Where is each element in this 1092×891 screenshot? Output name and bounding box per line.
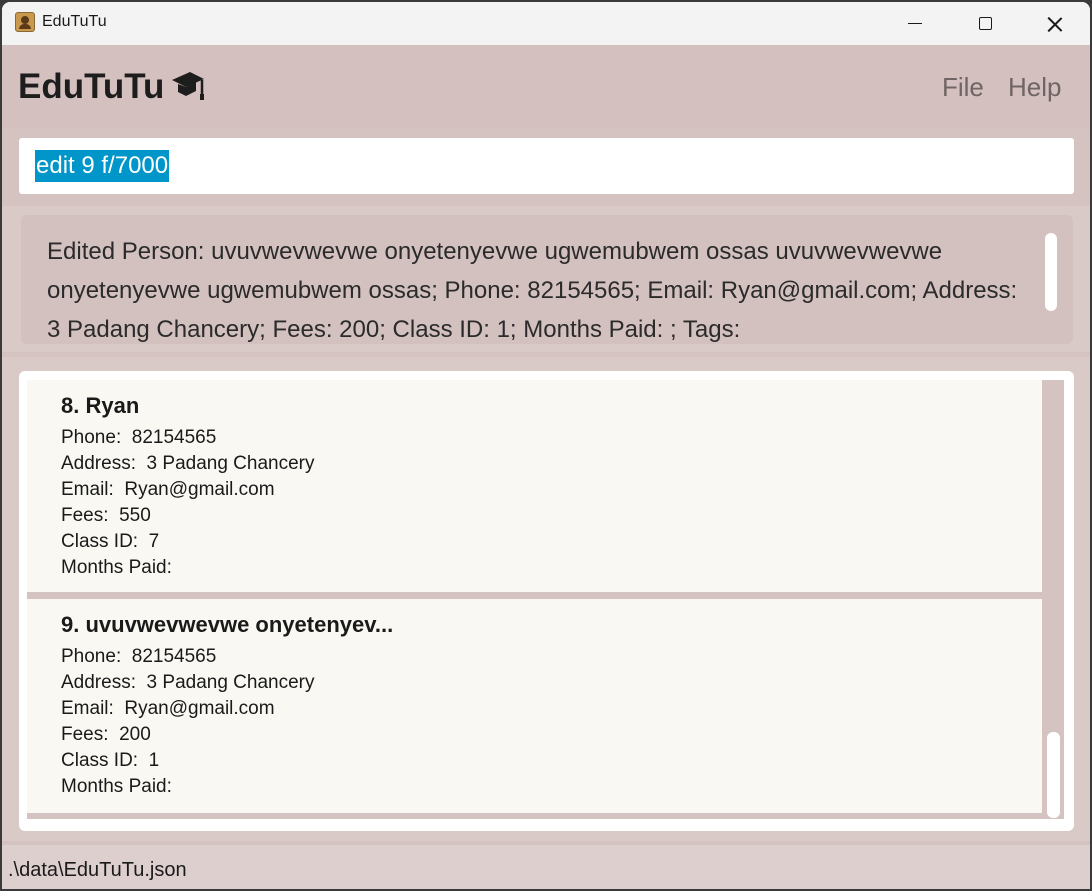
fees-value: 550 — [119, 505, 151, 526]
person-class-id: Class ID: 1 — [61, 750, 159, 772]
phone-label: Phone: — [61, 646, 132, 667]
window-title: EduTuTu — [42, 13, 107, 30]
person-phone: Phone: 82154565 — [61, 646, 216, 668]
person-fees: Fees: 200 — [61, 724, 151, 746]
person-months-paid: Months Paid: — [61, 776, 177, 798]
menu-help[interactable]: Help — [1008, 72, 1061, 103]
address-label: Address: — [61, 672, 147, 693]
status-bar: .\data\EduTuTu.json — [2, 845, 1090, 889]
address-book-icon — [15, 12, 35, 32]
person-list[interactable]: 8. Ryan Phone: 82154565 Address: 3 Padan… — [19, 371, 1074, 831]
person-list-panel: 8. Ryan Phone: 82154565 Address: 3 Padan… — [2, 357, 1090, 841]
list-scrollbar-thumb[interactable] — [1047, 732, 1060, 818]
person-card[interactable]: 9. uvuvwevwevwe onyetenyev... Phone: 821… — [27, 599, 1042, 813]
menu-file[interactable]: File — [942, 72, 984, 103]
person-phone: Phone: 82154565 — [61, 427, 216, 449]
command-input-value: edit 9 f/7000 — [35, 150, 170, 182]
email-value: Ryan@gmail.com — [124, 698, 275, 719]
person-months-paid: Months Paid: — [61, 557, 177, 579]
email-label: Email: — [61, 479, 125, 500]
person-class-id: Class ID: 7 — [61, 531, 159, 553]
close-icon — [1047, 16, 1063, 32]
class-id-label: Class ID: — [61, 750, 149, 771]
person-email: Email: Ryan@gmail.com — [61, 698, 275, 720]
phone-label: Phone: — [61, 427, 132, 448]
phone-value: 82154565 — [131, 646, 217, 667]
result-display-panel: Edited Person: uvuvwevwevwe onyetenyevwe… — [2, 206, 1090, 352]
app-window: EduTuTu EduTuTu File Help edit 9 f/7000 … — [2, 2, 1090, 889]
command-input[interactable]: edit 9 f/7000 — [19, 138, 1074, 194]
result-scrollbar-thumb[interactable] — [1045, 233, 1057, 311]
address-value: 3 Padang Chancery — [146, 672, 315, 693]
title-bar[interactable]: EduTuTu — [2, 2, 1090, 46]
result-message: Edited Person: uvuvwevwevwe onyetenyevwe… — [47, 238, 1018, 343]
fees-label: Fees: — [61, 724, 120, 745]
fees-label: Fees: — [61, 505, 120, 526]
card-divider — [27, 813, 1042, 819]
person-fees: Fees: 550 — [61, 505, 151, 527]
maximize-icon — [978, 17, 992, 30]
person-name: 8. Ryan — [61, 393, 140, 418]
person-address: Address: 3 Padang Chancery — [61, 453, 315, 475]
email-label: Email: — [61, 698, 125, 719]
card-divider — [27, 592, 1042, 599]
close-button[interactable] — [1020, 2, 1090, 45]
months-paid-label: Months Paid: — [61, 776, 178, 797]
graduation-cap-icon — [172, 72, 204, 100]
app-title: EduTuTu — [18, 67, 165, 106]
months-paid-label: Months Paid: — [61, 557, 178, 578]
class-id-value: 1 — [148, 750, 160, 771]
result-display[interactable]: Edited Person: uvuvwevwevwe onyetenyevwe… — [21, 215, 1073, 344]
maximize-button[interactable] — [950, 2, 1020, 45]
minimize-button[interactable] — [880, 2, 950, 45]
save-file-path: .\data\EduTuTu.json — [8, 859, 187, 881]
app-header: EduTuTu File Help — [2, 45, 1090, 129]
address-label: Address: — [61, 453, 147, 474]
person-email: Email: Ryan@gmail.com — [61, 479, 275, 501]
phone-value: 82154565 — [131, 427, 217, 448]
person-name: 9. uvuvwevwevwe onyetenyev... — [61, 612, 394, 637]
list-scrollbar-track[interactable] — [1042, 380, 1064, 819]
person-card[interactable]: 8. Ryan Phone: 82154565 Address: 3 Padan… — [27, 380, 1042, 592]
fees-value: 200 — [119, 724, 151, 745]
email-value: Ryan@gmail.com — [124, 479, 275, 500]
address-value: 3 Padang Chancery — [146, 453, 315, 474]
person-address: Address: 3 Padang Chancery — [61, 672, 315, 694]
minimize-icon — [908, 23, 922, 24]
class-id-label: Class ID: — [61, 531, 149, 552]
class-id-value: 7 — [148, 531, 160, 552]
